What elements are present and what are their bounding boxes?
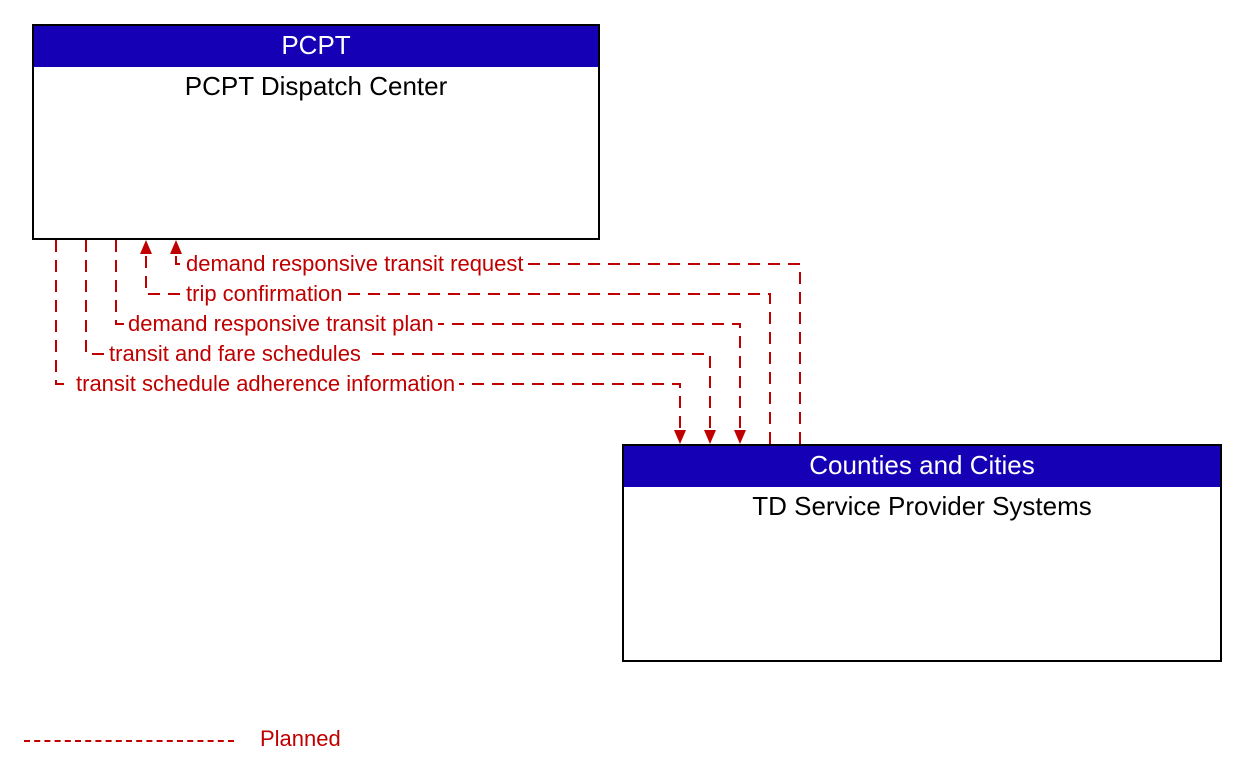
flow-label-trip-confirmation: trip confirmation: [182, 281, 347, 307]
entity-title-td-service: TD Service Provider Systems: [624, 487, 1220, 522]
entity-td-service-provider: Counties and Cities TD Service Provider …: [622, 444, 1222, 662]
entity-title-pcpt-dispatch: PCPT Dispatch Center: [34, 67, 598, 102]
entity-pcpt-dispatch-center: PCPT PCPT Dispatch Center: [32, 24, 600, 240]
flow-label-demand-responsive-request: demand responsive transit request: [182, 251, 528, 277]
flow-label-demand-responsive-plan: demand responsive transit plan: [124, 311, 438, 337]
flow-label-schedule-adherence: transit schedule adherence information: [72, 371, 459, 397]
legend-line-planned: [24, 740, 234, 742]
entity-header-counties-cities: Counties and Cities: [624, 446, 1220, 487]
flow-label-transit-fare-schedules: transit and fare schedules: [105, 341, 365, 367]
legend-label-planned: Planned: [260, 726, 341, 752]
entity-header-pcpt: PCPT: [34, 26, 598, 67]
